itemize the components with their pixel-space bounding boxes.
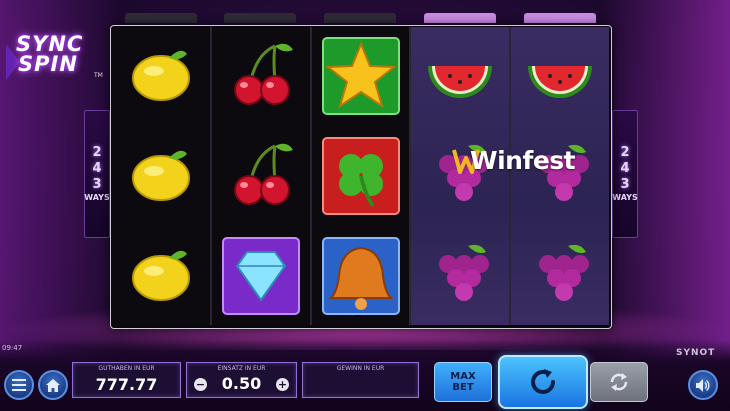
sound-icon <box>696 378 710 392</box>
reel-tab <box>224 13 296 23</box>
cherries-symbol <box>212 127 310 225</box>
home-button[interactable] <box>38 370 68 400</box>
logo-trademark: TM <box>94 72 103 79</box>
provider-brand: SYNOT <box>676 348 716 358</box>
grapes-icon <box>539 244 589 301</box>
reel-tab-synced <box>424 13 496 23</box>
bell-icon <box>322 237 400 315</box>
menu-button[interactable] <box>4 370 34 400</box>
spin-icon <box>531 369 555 394</box>
watermelon-icon <box>428 66 492 98</box>
bet-display: EINSATZ IN EUR − 0.50 + <box>186 362 297 398</box>
ways-word: WAYS <box>84 193 110 202</box>
grapes-symbol <box>411 227 509 325</box>
ways-panel-right: 2 4 3 WAYS <box>612 110 638 238</box>
ways-digit: 3 <box>620 177 630 192</box>
balance-display: GUTHABEN IN EUR 777.77 <box>72 362 181 398</box>
cherries-icon <box>234 43 293 105</box>
logo-line2: SPIN <box>18 52 78 76</box>
star-symbol <box>312 27 410 125</box>
balance-value: 777.77 <box>95 375 158 394</box>
lemon-icon <box>132 50 190 101</box>
ways-word: WAYS <box>612 193 638 202</box>
bell-symbol <box>312 227 410 325</box>
cherries-symbol <box>212 27 310 125</box>
max-bet-button[interactable]: MAX BET <box>434 362 492 402</box>
bet-label: EINSATZ IN EUR <box>217 365 266 372</box>
autoplay-button[interactable] <box>590 362 648 402</box>
balance-label: GUTHABEN IN EUR <box>98 365 155 372</box>
win-display: GEWINN IN EUR <box>302 362 419 398</box>
ways-digit: 2 <box>620 145 630 160</box>
lemon-symbol <box>112 127 210 225</box>
ways-digit: 4 <box>92 161 102 176</box>
lemon-icon <box>132 250 190 301</box>
ways-digit: 3 <box>92 177 102 192</box>
game-logo: SYNC SPIN TM <box>6 32 103 82</box>
reel-tab <box>125 13 197 23</box>
sound-button[interactable] <box>688 370 718 400</box>
clover-symbol <box>312 127 410 225</box>
reel-tab-synced <box>524 13 596 23</box>
lemon-symbol <box>112 27 210 125</box>
lemon-icon <box>132 150 190 201</box>
autoplay-icon <box>610 373 628 391</box>
max-bet-label-line1: MAX <box>450 371 476 382</box>
ways-digit: 4 <box>620 161 630 176</box>
star-icon <box>322 37 400 115</box>
increase-bet-button[interactable]: + <box>276 378 289 391</box>
diamond-icon <box>222 237 300 315</box>
clover-icon <box>322 137 400 215</box>
clock: 09:47 <box>2 344 23 352</box>
reel-tab <box>324 13 396 23</box>
ways-digit: 2 <box>92 145 102 160</box>
home-icon <box>46 378 60 392</box>
watermark-logo: Winfest <box>452 144 582 178</box>
watermelon-icon <box>528 66 592 98</box>
cherries-icon <box>234 143 293 205</box>
ways-panel-left: 2 4 3 WAYS <box>84 110 110 238</box>
watermark-text: Winfest <box>470 146 576 175</box>
menu-icon <box>12 379 26 391</box>
max-bet-label-line2: BET <box>452 382 474 393</box>
diamond-symbol <box>212 227 310 325</box>
lemon-symbol <box>112 227 210 325</box>
grapes-symbol <box>511 227 609 325</box>
grapes-icon <box>439 244 489 301</box>
win-label: GEWINN IN EUR <box>336 365 385 372</box>
watermelon-symbol <box>511 27 609 125</box>
spin-button[interactable] <box>498 355 588 409</box>
watermelon-symbol <box>411 27 509 125</box>
